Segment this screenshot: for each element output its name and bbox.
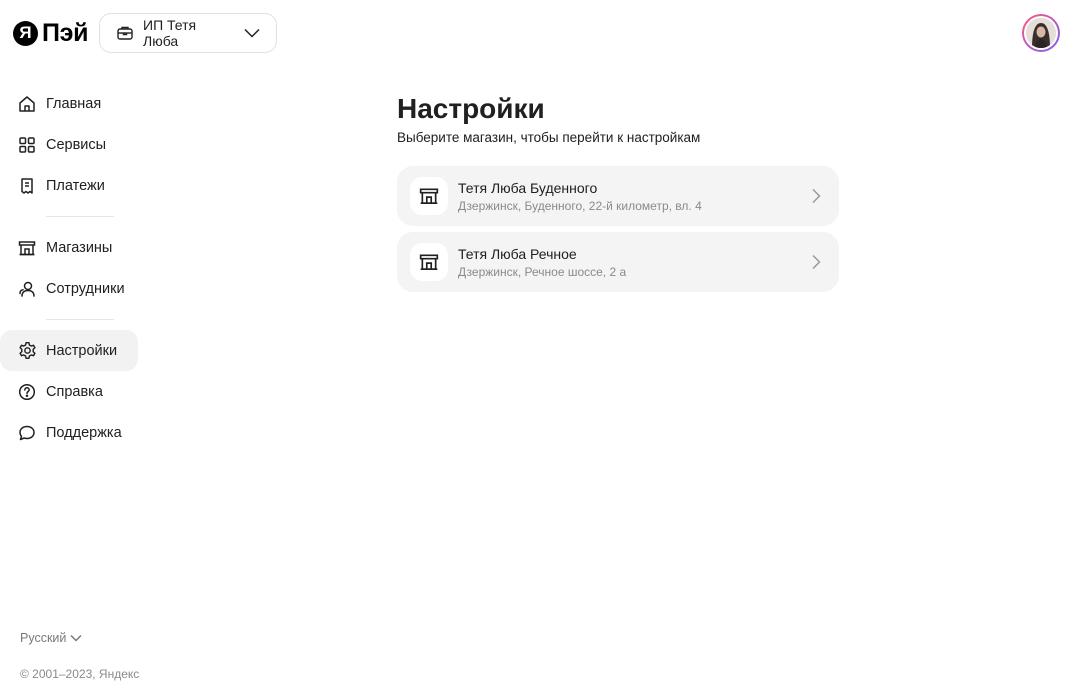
shop-card[interactable]: Тетя Люба Речное Дзержинск, Речное шоссе… — [397, 232, 839, 292]
language-select[interactable]: Русский — [20, 631, 82, 645]
sidebar-item-label: Справка — [46, 383, 103, 400]
avatar-photo — [1026, 18, 1056, 48]
chat-icon — [17, 423, 37, 443]
copyright: © 2001–2023, Яндекс — [20, 667, 140, 681]
language-label: Русский — [20, 631, 67, 645]
grid-icon — [17, 135, 37, 155]
organization-select[interactable]: ИП Тетя Люба — [99, 13, 277, 53]
sidebar-item-services[interactable]: Сервисы — [0, 124, 140, 165]
organization-name: ИП Тетя Люба — [143, 17, 197, 49]
store-icon — [410, 177, 448, 215]
sidebar-item-label: Платежи — [46, 177, 105, 194]
sidebar-item-label: Настройки — [46, 342, 118, 359]
store-icon — [410, 243, 448, 281]
home-icon — [17, 94, 37, 114]
sidebar-item-label: Сотрудники — [46, 280, 125, 297]
sidebar-item-help[interactable]: Справка — [0, 371, 140, 412]
chevron-right-icon — [811, 188, 821, 204]
shop-address: Дзержинск, Речное шоссе, 2 а — [458, 264, 627, 279]
sidebar-divider — [46, 319, 114, 320]
chevron-down-icon — [70, 634, 82, 642]
sidebar-item-label: Поддержка — [46, 424, 122, 441]
page: Я Пэй ИП Тетя Люба Главная Сервисы Плате… — [0, 0, 1076, 690]
sidebar-divider — [46, 216, 114, 217]
chevron-down-icon — [244, 28, 260, 38]
sidebar-item-settings[interactable]: Настройки — [0, 330, 138, 371]
user-avatar[interactable] — [1022, 14, 1060, 52]
sidebar-item-stores[interactable]: Магазины — [0, 227, 140, 268]
shop-name: Тетя Люба Буденного — [458, 179, 598, 196]
gear-icon — [17, 341, 37, 361]
logo-badge: Я — [13, 20, 38, 46]
yandex-pay-logo[interactable]: Я Пэй — [13, 19, 89, 47]
sidebar-item-home[interactable]: Главная — [0, 83, 140, 124]
shop-address: Дзержинск, Буденного, 22-й километр, вл.… — [458, 198, 702, 213]
shop-text: Тетя Люба Буденного Дзержинск, Буденного… — [458, 180, 702, 213]
shop-name: Тетя Люба Речное — [458, 245, 577, 262]
sidebar-nav: Главная Сервисы Платежи Магазины Сотрудн… — [0, 83, 140, 453]
page-subtitle: Выберите магазин, чтобы перейти к настро… — [397, 130, 701, 145]
people-icon — [17, 279, 37, 299]
sidebar-item-label: Главная — [46, 95, 102, 112]
briefcase-icon — [116, 24, 134, 42]
receipt-icon — [17, 176, 37, 196]
chevron-right-icon — [811, 254, 821, 270]
store-icon — [17, 238, 37, 258]
sidebar-item-payments[interactable]: Платежи — [0, 165, 140, 206]
sidebar-item-label: Магазины — [46, 239, 113, 256]
page-title: Настройки — [397, 93, 545, 124]
sidebar-item-employees[interactable]: Сотрудники — [0, 268, 140, 309]
sidebar-item-label: Сервисы — [46, 136, 107, 153]
shop-list: Тетя Люба Буденного Дзержинск, Буденного… — [397, 166, 839, 292]
main-content: Настройки Выберите магазин, чтобы перейт… — [397, 92, 839, 292]
shop-card[interactable]: Тетя Люба Буденного Дзержинск, Буденного… — [397, 166, 839, 226]
logo-text: Пэй — [42, 19, 89, 47]
help-icon — [17, 382, 37, 402]
avatar-ring-inner — [1024, 16, 1058, 50]
sidebar-item-support[interactable]: Поддержка — [0, 412, 140, 453]
shop-text: Тетя Люба Речное Дзержинск, Речное шоссе… — [458, 246, 626, 279]
